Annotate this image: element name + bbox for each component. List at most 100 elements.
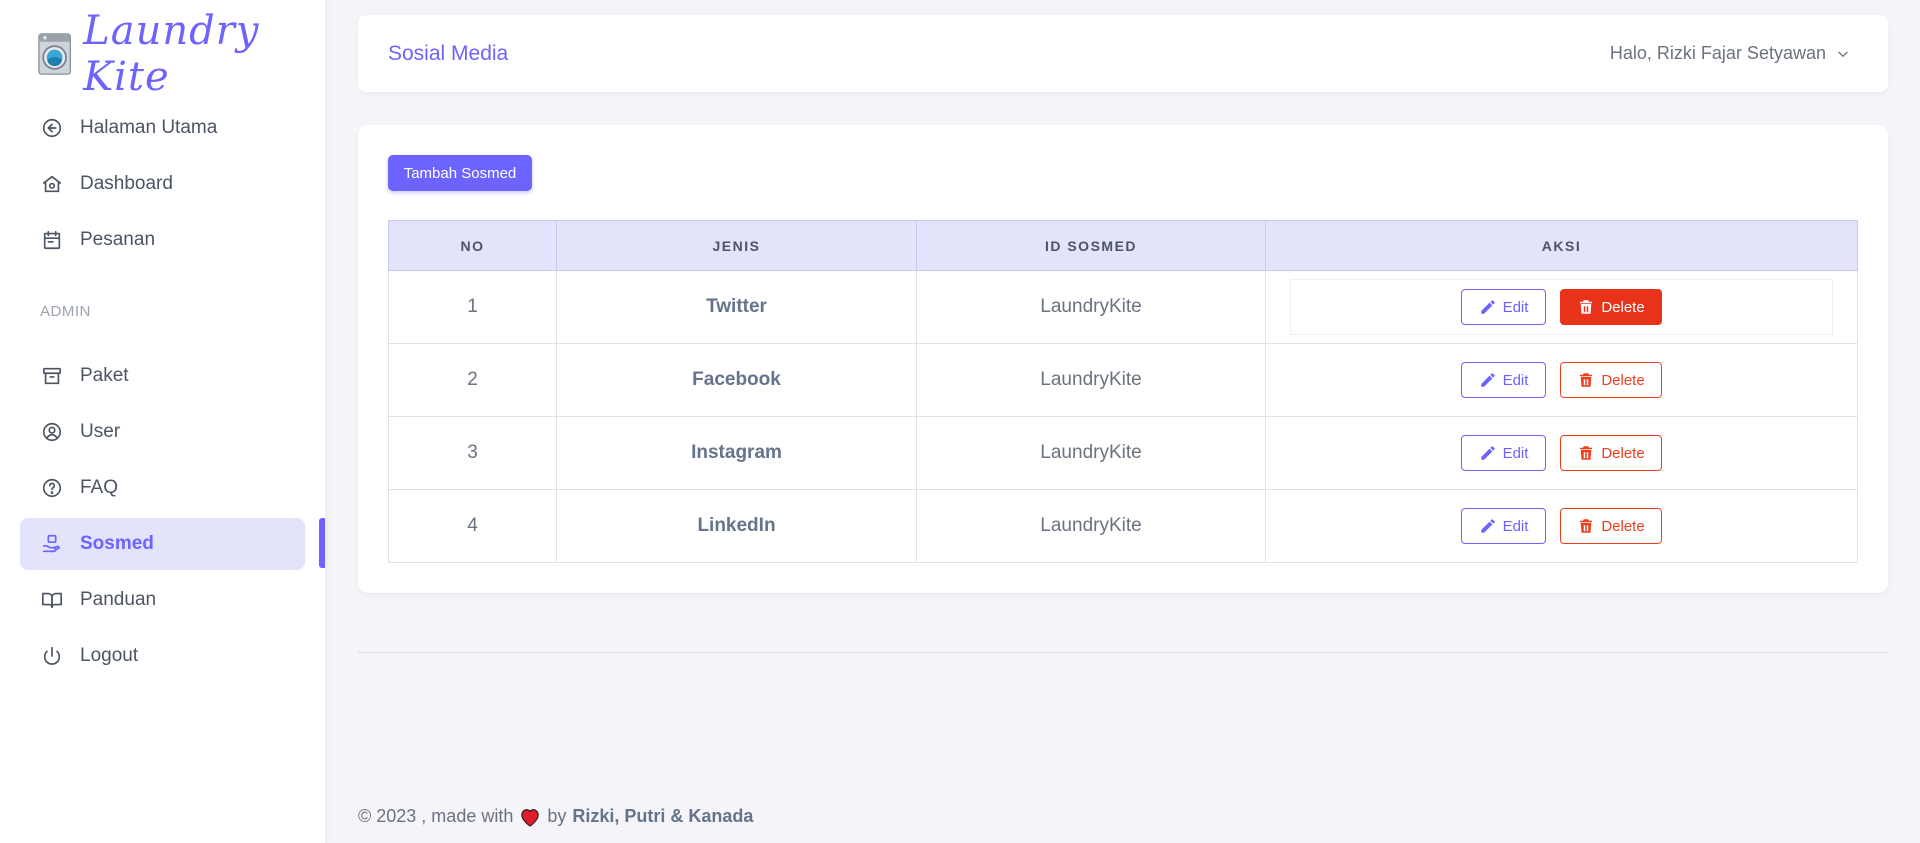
- delete-button[interactable]: Delete: [1560, 508, 1662, 544]
- heart-icon: [521, 808, 540, 827]
- sidebar-item-panduan[interactable]: Panduan: [20, 574, 305, 626]
- pencil-icon: [1480, 300, 1495, 314]
- table-row: 1 Twitter LaundryKite Edit Delete: [388, 270, 1858, 344]
- delete-button[interactable]: Delete: [1560, 362, 1662, 398]
- sidebar-item-halaman-utama[interactable]: Halaman Utama: [20, 102, 305, 154]
- sidebar: Laundry Kite Halaman Utama Dashboard Pes…: [0, 0, 325, 843]
- edit-label: Edit: [1502, 517, 1529, 535]
- delete-label: Delete: [1601, 371, 1645, 389]
- action-group: Edit Delete: [1290, 279, 1833, 335]
- footer-authors: Rizki, Putri & Kanada: [572, 806, 754, 826]
- table-row: 2 Facebook LaundryKite Edit Delete: [388, 343, 1858, 417]
- footer: © 2023 , made with by Rizki, Putri & Kan…: [358, 806, 753, 827]
- sidebar-item-label: Pesanan: [80, 229, 156, 250]
- sidebar-item-label: Panduan: [80, 589, 157, 610]
- sidebar-item-label: FAQ: [80, 477, 119, 498]
- edit-button[interactable]: Edit: [1461, 435, 1546, 471]
- action-group: Edit Delete: [1266, 362, 1857, 398]
- active-indicator: [319, 518, 325, 568]
- cell-aksi: Edit Delete: [1265, 343, 1858, 417]
- edit-label: Edit: [1502, 371, 1529, 389]
- pencil-icon: [1480, 519, 1495, 533]
- cell-jenis: Instagram: [556, 416, 917, 490]
- cell-jenis: LinkedIn: [556, 489, 917, 563]
- app-logo[interactable]: Laundry Kite: [38, 8, 325, 100]
- trash-icon: [1580, 446, 1593, 460]
- edit-button[interactable]: Edit: [1461, 362, 1546, 398]
- cell-no: 4: [388, 489, 557, 563]
- cell-aksi: Edit Delete: [1265, 489, 1858, 563]
- hand-icon: [40, 532, 64, 556]
- help-circle-icon: [40, 476, 64, 500]
- sidebar-item-user[interactable]: User: [20, 406, 305, 458]
- cell-aksi: Edit Delete: [1265, 416, 1858, 490]
- sidebar-item-label: Halaman Utama: [80, 117, 218, 138]
- cell-jenis: Twitter: [556, 270, 917, 344]
- chevron-down-icon: [1838, 51, 1848, 57]
- power-icon: [40, 644, 64, 668]
- table-row: 3 Instagram LaundryKite Edit Delete: [388, 416, 1858, 490]
- user-circle-icon: [40, 420, 64, 444]
- home-icon: [40, 172, 64, 196]
- sidebar-item-logout[interactable]: Logout: [20, 630, 305, 682]
- delete-label: Delete: [1601, 517, 1645, 535]
- sidebar-section-admin: ADMIN: [40, 303, 91, 320]
- sidebar-item-label: Logout: [80, 645, 139, 666]
- book-icon: [40, 588, 64, 612]
- column-header-no: NO: [388, 220, 557, 271]
- delete-label: Delete: [1601, 298, 1645, 316]
- footer-divider: [358, 652, 1888, 653]
- trash-icon: [1580, 300, 1593, 314]
- cell-id-sosmed: LaundryKite: [916, 416, 1266, 490]
- footer-by: by: [547, 806, 567, 826]
- edit-label: Edit: [1502, 444, 1529, 462]
- sidebar-item-label: Paket: [80, 365, 129, 386]
- sosmed-card: Tambah Sosmed NO JENIS ID SOSMED AKSI 1 …: [358, 125, 1888, 593]
- delete-button[interactable]: Delete: [1560, 289, 1662, 325]
- delete-label: Delete: [1601, 444, 1645, 462]
- sidebar-item-label: Dashboard: [80, 173, 173, 194]
- user-menu[interactable]: Halo, Rizki Fajar Setyawan: [1610, 43, 1850, 64]
- page-title: Sosial Media: [388, 41, 509, 65]
- action-group: Edit Delete: [1266, 508, 1857, 544]
- add-sosmed-button[interactable]: Tambah Sosmed: [388, 155, 532, 191]
- sosmed-table: NO JENIS ID SOSMED AKSI 1 Twitter Laundr…: [388, 220, 1858, 563]
- top-header: Sosial Media Halo, Rizki Fajar Setyawan: [358, 15, 1888, 92]
- action-group: Edit Delete: [1266, 435, 1857, 471]
- cell-jenis: Facebook: [556, 343, 917, 417]
- app-name: Laundry Kite: [83, 8, 260, 100]
- column-header-jenis: JENIS: [556, 220, 917, 271]
- sidebar-item-pesanan[interactable]: Pesanan: [20, 214, 305, 266]
- user-greeting: Halo, Rizki Fajar Setyawan: [1609, 43, 1826, 63]
- washing-machine-icon: [38, 33, 72, 75]
- sidebar-item-faq[interactable]: FAQ: [20, 462, 305, 514]
- pencil-icon: [1480, 446, 1495, 460]
- cell-no: 3: [388, 416, 557, 490]
- column-header-aksi: AKSI: [1265, 220, 1858, 271]
- column-header-id-sosmed: ID SOSMED: [916, 220, 1266, 271]
- sidebar-item-label: User: [80, 421, 121, 442]
- sidebar-item-dashboard[interactable]: Dashboard: [20, 158, 305, 210]
- table-row: 4 LinkedIn LaundryKite Edit Delete: [388, 489, 1858, 563]
- cell-id-sosmed: LaundryKite: [916, 343, 1266, 417]
- sidebar-item-sosmed[interactable]: Sosmed: [20, 518, 305, 570]
- trash-icon: [1580, 373, 1593, 387]
- edit-button[interactable]: Edit: [1461, 508, 1546, 544]
- cell-no: 2: [388, 343, 557, 417]
- cell-no: 1: [388, 270, 557, 344]
- delete-button[interactable]: Delete: [1560, 435, 1662, 471]
- calendar-icon: [40, 228, 64, 252]
- cell-aksi: Edit Delete: [1265, 270, 1858, 344]
- pencil-icon: [1480, 373, 1495, 387]
- sidebar-item-paket[interactable]: Paket: [20, 350, 305, 402]
- footer-prefix: © 2023 , made with: [358, 806, 514, 826]
- edit-button[interactable]: Edit: [1461, 289, 1546, 325]
- cell-id-sosmed: LaundryKite: [916, 489, 1266, 563]
- sidebar-item-label: Sosmed: [80, 533, 154, 554]
- trash-icon: [1580, 519, 1593, 533]
- table-header-row: NO JENIS ID SOSMED AKSI: [388, 220, 1858, 271]
- arrow-left-circle-icon: [40, 116, 64, 140]
- edit-label: Edit: [1502, 298, 1529, 316]
- archive-icon: [40, 364, 64, 388]
- cell-id-sosmed: LaundryKite: [916, 270, 1266, 344]
